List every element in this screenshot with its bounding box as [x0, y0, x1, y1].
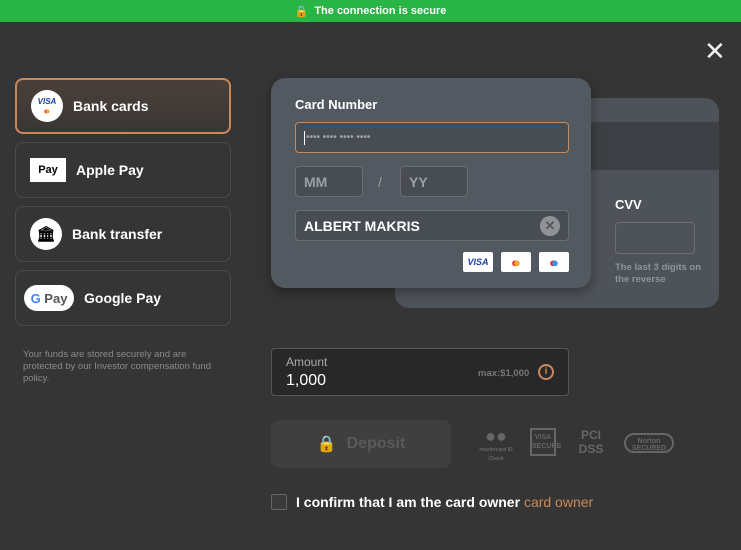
- cvv-label: CVV: [615, 197, 642, 212]
- badge-text: VISA SECURE: [532, 434, 562, 450]
- badge-text: PCI DSS: [578, 428, 604, 456]
- month-placeholder: MM: [304, 173, 328, 190]
- method-bank-cards[interactable]: VISA ●● Bank cards: [15, 78, 231, 134]
- apple-pay-icon: Pay: [30, 158, 66, 182]
- visa-logo-icon: VISA: [463, 252, 493, 272]
- method-google-pay[interactable]: G Pay Google Pay: [15, 270, 231, 326]
- info-icon[interactable]: i: [538, 364, 554, 380]
- visa-text: VISA: [467, 257, 489, 267]
- funds-note: Your funds are stored securely and are p…: [23, 349, 212, 384]
- amount-label: Amount: [286, 355, 328, 369]
- method-label: Google Pay: [84, 290, 162, 306]
- security-banner: 🔒 The connection is secure: [0, 0, 741, 22]
- amount-field[interactable]: Amount 1,000 max:$1,000 i: [271, 348, 569, 396]
- cardholder-value: ALBERT MAKRIS: [304, 217, 420, 234]
- confirm-checkbox[interactable]: [271, 494, 287, 510]
- clear-icon[interactable]: ✕: [540, 216, 560, 236]
- confirm-label[interactable]: I confirm that I am the card owner card …: [296, 494, 593, 510]
- method-label: Bank transfer: [72, 226, 163, 242]
- deposit-label: Deposit: [346, 435, 406, 452]
- method-label: Bank cards: [73, 98, 149, 114]
- method-bank-transfer[interactable]: 🏛 Bank transfer: [15, 206, 231, 262]
- card-front: Card Number •••• •••• •••• •••• MM / YY …: [271, 78, 591, 288]
- method-apple-pay[interactable]: Pay Apple Pay: [15, 142, 231, 198]
- deposit-button[interactable]: 🔒 Deposit: [271, 420, 451, 468]
- close-icon[interactable]: ✕: [704, 38, 726, 64]
- shield-lock-icon: 🔒: [294, 5, 309, 18]
- google-pay-icon: G Pay: [24, 285, 74, 311]
- confirm-text: I confirm that I am the card owner: [296, 494, 521, 510]
- cvv-hint: The last 3 digits on the reverse: [615, 262, 702, 285]
- security-text: The connection is secure: [314, 5, 447, 17]
- badge-text: Norton SECURED: [631, 438, 667, 452]
- expiry-month-input[interactable]: MM: [295, 166, 363, 197]
- expiry-separator: /: [378, 174, 382, 190]
- maestro-logo-icon: ● ●: [539, 252, 569, 272]
- card-number-placeholder: •••• •••• •••• ••••: [306, 132, 371, 143]
- mastercard-id-check-badge: ●● mastercard ID Check: [479, 426, 513, 462]
- mastercard-logo-icon: ● ●: [501, 252, 531, 272]
- card-number-input[interactable]: •••• •••• •••• ••••: [295, 122, 569, 153]
- amount-max: max:$1,000: [478, 368, 530, 379]
- year-placeholder: YY: [409, 173, 428, 190]
- expiry-year-input[interactable]: YY: [400, 166, 468, 197]
- card-number-label: Card Number: [295, 97, 378, 112]
- norton-secured-badge: Norton SECURED: [624, 433, 674, 453]
- bank-icon: 🏛: [30, 218, 62, 250]
- lock-icon: 🔒: [316, 436, 337, 453]
- pci-dss-badge: PCI DSS: [574, 428, 608, 456]
- amount-value: 1,000: [286, 372, 327, 389]
- cvv-input[interactable]: [615, 222, 695, 254]
- badge-text: mastercard ID Check: [479, 447, 513, 462]
- cardholder-input[interactable]: ALBERT MAKRIS ✕: [295, 210, 569, 241]
- visa-secure-badge: VISA SECURE: [530, 428, 561, 456]
- method-label: Apple Pay: [76, 162, 144, 178]
- card-owner-link[interactable]: card owner: [524, 494, 593, 510]
- visa-mastercard-icon: VISA ●●: [31, 90, 63, 122]
